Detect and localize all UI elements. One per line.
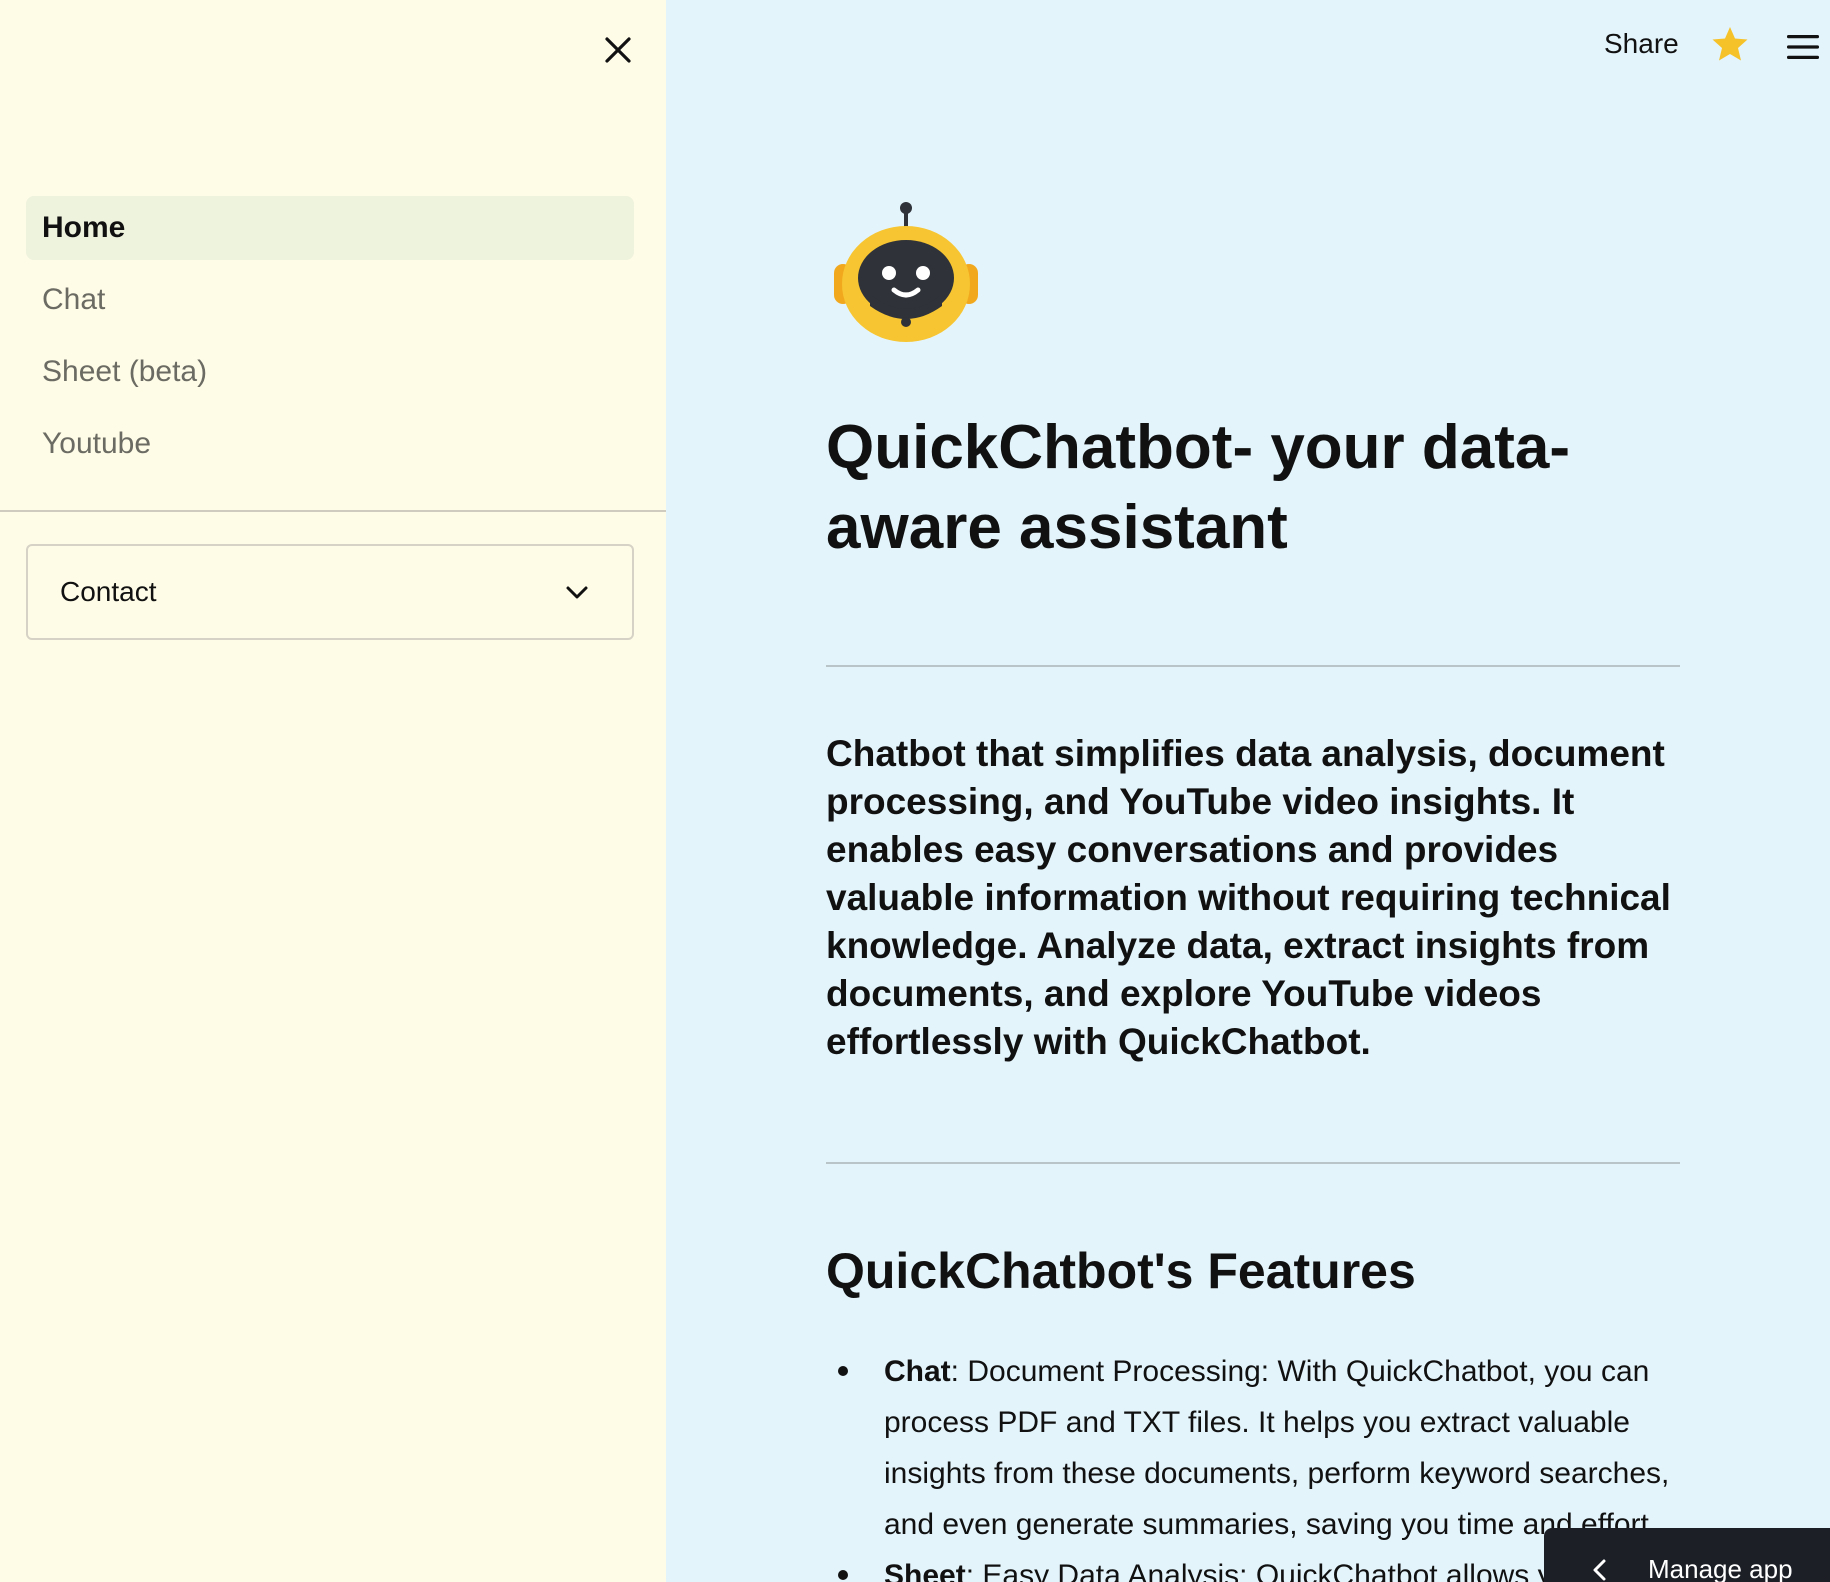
chevron-down-icon	[566, 586, 588, 599]
sidebar-item-sheet-beta[interactable]: Sheet (beta)	[26, 340, 634, 404]
bullet-icon	[838, 1366, 848, 1376]
list-item: Chat: Document Processing: With QuickCha…	[826, 1346, 1686, 1550]
sidebar-item-label: Youtube	[42, 427, 152, 460]
sidebar-nav: Home Chat Sheet (beta) Youtube	[26, 196, 634, 484]
sidebar-item-label: Home	[42, 211, 126, 244]
sidebar-divider	[0, 510, 666, 512]
divider	[826, 1162, 1680, 1164]
sidebar-item-youtube[interactable]: Youtube	[26, 412, 634, 476]
share-button[interactable]: Share	[1604, 28, 1679, 60]
sidebar-item-label: Chat	[42, 283, 106, 316]
sidebar-item-chat[interactable]: Chat	[26, 268, 634, 332]
app-window: Home Chat Sheet (beta) Youtube Contact S…	[0, 0, 1830, 1582]
robot-icon	[834, 202, 978, 342]
close-sidebar-button[interactable]	[598, 30, 638, 70]
divider	[826, 665, 1680, 667]
intro-text: Chatbot that simplifies data analysis, d…	[826, 733, 1671, 1062]
page-title: QuickChatbot- your data-aware assistant	[826, 413, 1571, 562]
chevron-left-icon	[1593, 1559, 1606, 1581]
feature-text: : Easy Data Analysis: QuickChatbot allow…	[965, 1559, 1586, 1582]
feature-name: Sheet	[884, 1559, 966, 1582]
manage-app-label: Manage app	[1648, 1554, 1793, 1582]
sidebar-item-label: Sheet (beta)	[42, 355, 208, 388]
sidebar-item-home[interactable]: Home	[26, 196, 634, 260]
feature-text: : Document Processing: With QuickChatbot…	[884, 1355, 1670, 1541]
close-icon	[605, 37, 631, 63]
bullet-icon	[838, 1570, 848, 1580]
contact-label: Contact	[60, 576, 157, 607]
feature-name: Chat	[884, 1355, 951, 1388]
main-content: Share QuickChatbot- your data-aware assi…	[666, 0, 1830, 1582]
sidebar: Home Chat Sheet (beta) Youtube Contact	[0, 0, 666, 1582]
features-heading: QuickChatbot's Features	[826, 1243, 1416, 1299]
hamburger-menu-icon[interactable]	[1786, 32, 1820, 62]
manage-app-button[interactable]: Manage app	[1544, 1528, 1830, 1582]
star-icon[interactable]	[1710, 24, 1750, 64]
contact-expander[interactable]: Contact	[26, 544, 634, 640]
